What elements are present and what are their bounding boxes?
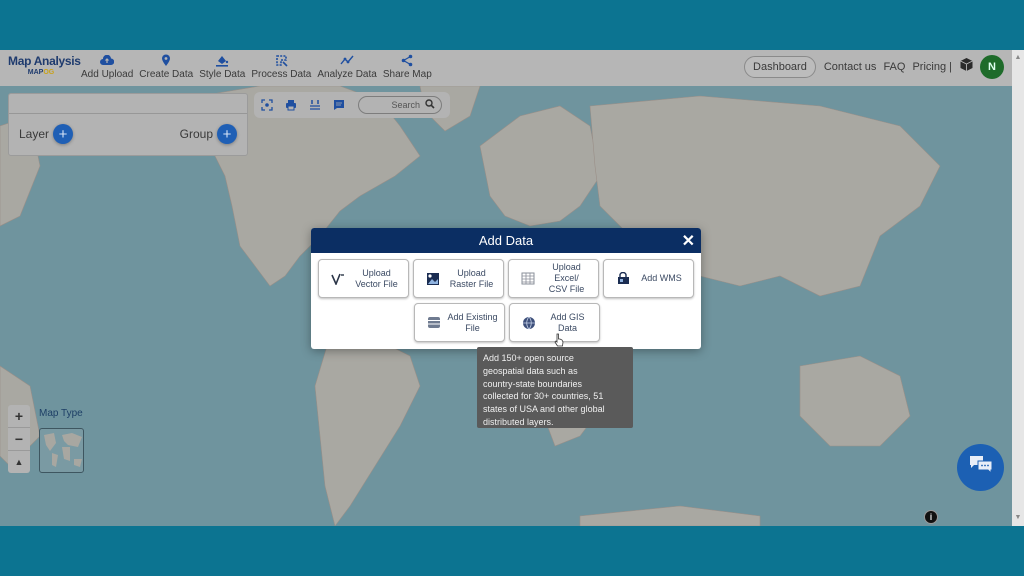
option-label: Add WMS bbox=[641, 273, 682, 283]
add-layer: Layer + bbox=[19, 124, 74, 144]
pricing-link[interactable]: Pricing | bbox=[912, 61, 952, 73]
brand-subtitle: MAPOG bbox=[8, 69, 74, 76]
option-label: Upload Vector File bbox=[355, 267, 398, 289]
add-wms-button[interactable]: Add WMS bbox=[603, 259, 694, 298]
map-type-thumbnail[interactable] bbox=[39, 428, 84, 473]
map-search-input[interactable]: Search bbox=[358, 96, 442, 114]
zoom-in-button[interactable]: + bbox=[8, 405, 30, 428]
tooltip-line: Add 150+ open source bbox=[483, 353, 574, 363]
nav-create-data[interactable]: Create Data bbox=[136, 53, 196, 80]
nav-label: Analyze Data bbox=[317, 69, 377, 80]
globe-icon bbox=[518, 316, 540, 330]
video-frame-top bbox=[0, 0, 1024, 50]
add-layer-button[interactable]: + bbox=[53, 124, 74, 144]
upload-excel-csv-button[interactable]: Upload Excel/CSV File bbox=[508, 259, 599, 298]
nav-label: Style Data bbox=[199, 69, 246, 80]
nav-style-data[interactable]: Style Data bbox=[196, 53, 248, 80]
zoom-controls: + − ▲ bbox=[8, 405, 30, 473]
nav-label: Create Data bbox=[139, 69, 194, 80]
print-icon[interactable] bbox=[284, 98, 298, 112]
scroll-up-icon[interactable]: ▲ bbox=[1014, 54, 1022, 62]
land-antarctica bbox=[579, 505, 761, 526]
dashboard-button[interactable]: Dashboard bbox=[744, 56, 816, 78]
paint-bucket-icon bbox=[215, 53, 229, 68]
hand-cursor-icon bbox=[554, 333, 564, 352]
fullscreen-icon[interactable] bbox=[260, 98, 274, 112]
search-icon[interactable] bbox=[425, 99, 435, 111]
tooltip-line: collected for 30+ countries, 51 bbox=[483, 391, 604, 402]
cube-icon[interactable] bbox=[959, 57, 974, 77]
video-frame-bottom bbox=[0, 526, 1024, 576]
page-scrollbar[interactable]: ▲ ▼ bbox=[1012, 50, 1024, 526]
main-nav: Add Upload Create Data Style Data Proces… bbox=[78, 53, 435, 80]
option-label: Add GIS Data bbox=[550, 311, 585, 333]
upload-raster-file-button[interactable]: Upload Raster File bbox=[413, 259, 504, 298]
process-icon bbox=[275, 53, 288, 68]
land-europe bbox=[479, 105, 601, 227]
app-window: Map Analysis MAPOG Add Upload Create Dat… bbox=[0, 50, 1024, 526]
nav-analyze-data[interactable]: Analyze Data bbox=[314, 53, 379, 80]
user-avatar[interactable]: N bbox=[980, 55, 1004, 79]
nav-process-data[interactable]: Process Data bbox=[248, 53, 314, 80]
map-toolbar: Search bbox=[254, 92, 450, 118]
analyze-icon bbox=[340, 53, 354, 68]
nav-label: Add Upload bbox=[81, 69, 134, 80]
zoom-out-button[interactable]: − bbox=[8, 428, 30, 451]
tooltip-line: geospatial data such as bbox=[483, 365, 578, 376]
chat-button[interactable] bbox=[957, 444, 1004, 491]
comment-icon[interactable] bbox=[332, 98, 346, 112]
north-reset-button[interactable]: ▲ bbox=[8, 451, 30, 473]
brand-title: Map Analysis bbox=[8, 54, 81, 68]
layer-panel-header bbox=[9, 94, 247, 114]
nav-label: Share Map bbox=[382, 69, 432, 80]
scroll-down-icon[interactable]: ▼ bbox=[1014, 514, 1022, 522]
measure-icon[interactable] bbox=[308, 98, 322, 112]
database-icon bbox=[423, 316, 445, 329]
option-label: Add Existing File bbox=[447, 311, 498, 333]
add-data-modal: Add Data ✕ Upload Vector File Upload Raste… bbox=[311, 228, 701, 349]
close-icon[interactable]: ✕ bbox=[682, 231, 695, 251]
vector-icon bbox=[327, 273, 349, 285]
nav-label: Process Data bbox=[251, 69, 312, 80]
info-button[interactable]: i bbox=[924, 510, 938, 524]
land-south-america bbox=[314, 335, 421, 526]
tooltip-line: country-state boundaries bbox=[483, 378, 583, 389]
top-navbar: Map Analysis MAPOG Add Upload Create Dat… bbox=[0, 50, 1012, 86]
header-right: Dashboard Contact us FAQ Pricing | N bbox=[744, 55, 1004, 79]
option-label: Upload Excel/CSV File bbox=[548, 262, 585, 294]
land-australia bbox=[799, 355, 911, 447]
add-existing-file-button[interactable]: Add Existing File bbox=[414, 303, 505, 342]
nav-add-upload[interactable]: Add Upload bbox=[78, 53, 136, 80]
search-placeholder: Search bbox=[391, 100, 420, 110]
add-group: Group + bbox=[180, 124, 237, 144]
wms-icon bbox=[612, 272, 634, 285]
tooltip-line: states of USA and other global bbox=[483, 404, 605, 415]
group-label: Group bbox=[179, 127, 213, 141]
nav-share-map[interactable]: Share Map bbox=[380, 53, 435, 80]
modal-title: Add Data bbox=[478, 233, 534, 248]
brand-sub-prefix: MAP bbox=[27, 69, 44, 76]
spreadsheet-icon bbox=[517, 272, 539, 285]
contact-us-link[interactable]: Contact us bbox=[824, 61, 877, 73]
tooltip-line: distributed layers. bbox=[483, 416, 554, 427]
raster-icon bbox=[422, 272, 444, 286]
map-type-label: Map Type bbox=[39, 408, 83, 419]
brand-logo[interactable]: Map Analysis MAPOG bbox=[8, 54, 81, 76]
gis-data-tooltip: Add 150+ open source geospatial data suc… bbox=[477, 347, 633, 428]
add-group-button[interactable]: + bbox=[217, 124, 237, 144]
faq-link[interactable]: FAQ bbox=[883, 61, 905, 73]
layer-label: Layer bbox=[19, 127, 50, 141]
chat-icon bbox=[969, 455, 993, 480]
layer-panel: Layer + Group + bbox=[8, 93, 248, 156]
share-icon bbox=[401, 53, 413, 68]
option-label: Upload Raster File bbox=[449, 267, 494, 289]
cloud-upload-icon bbox=[100, 53, 115, 68]
brand-sub-suffix: OG bbox=[43, 69, 55, 76]
map-pin-icon bbox=[161, 53, 171, 68]
modal-header: Add Data ✕ bbox=[311, 228, 701, 253]
upload-vector-file-button[interactable]: Upload Vector File bbox=[318, 259, 409, 298]
